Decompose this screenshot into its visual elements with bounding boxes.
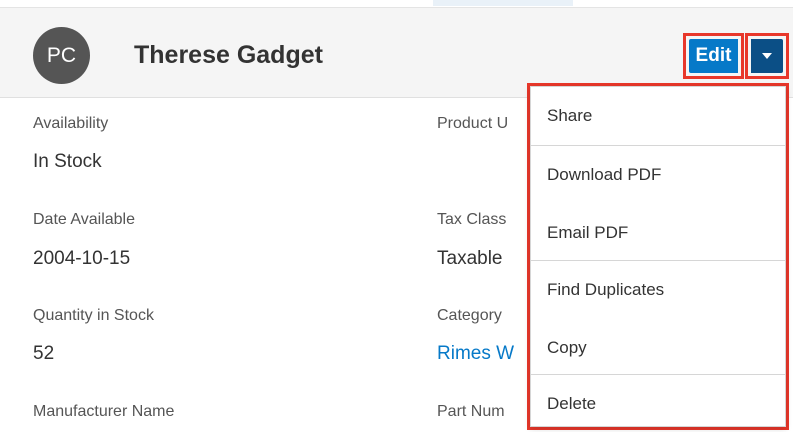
edit-button-label[interactable]: Edit xyxy=(689,39,738,73)
field-label-date-available: Date Available xyxy=(33,211,135,228)
actions-dropdown-menu: Share Download PDF Email PDF Find Duplic… xyxy=(527,83,789,430)
menu-item-delete[interactable]: Delete xyxy=(531,375,785,432)
caret-down-icon xyxy=(762,53,772,59)
field-value-tax-class: Taxable xyxy=(437,248,503,269)
menu-item-find-duplicates[interactable]: Find Duplicates xyxy=(531,261,785,319)
record-view: PC Therese Gadget Edit Availability In S… xyxy=(0,0,793,432)
avatar: PC xyxy=(33,27,90,84)
field-value-availability: In Stock xyxy=(33,151,102,172)
top-tab-strip xyxy=(0,0,793,8)
actions-dropdown-inner[interactable] xyxy=(751,39,783,73)
menu-item-download-pdf[interactable]: Download PDF xyxy=(531,146,785,204)
menu-item-email-pdf[interactable]: Email PDF xyxy=(531,204,785,262)
edit-button[interactable]: Edit xyxy=(683,33,744,79)
field-label-category: Category xyxy=(437,307,502,324)
menu-item-share[interactable]: Share xyxy=(531,87,785,145)
field-label-part-number: Part Num xyxy=(437,403,505,420)
field-value-quantity-in-stock: 52 xyxy=(33,343,55,364)
record-title[interactable]: Therese Gadget xyxy=(134,40,323,70)
field-label-availability: Availability xyxy=(33,115,109,132)
actions-menu-panel: Share Download PDF Email PDF Find Duplic… xyxy=(530,86,786,427)
field-label-manufacturer-name: Manufacturer Name xyxy=(33,403,175,420)
field-label-quantity-in-stock: Quantity in Stock xyxy=(33,307,154,324)
field-value-date-available: 2004-10-15 xyxy=(33,248,131,269)
field-value-category-link[interactable]: Rimes W xyxy=(437,342,514,366)
field-label-tax-class: Tax Class xyxy=(437,211,507,228)
menu-item-copy[interactable]: Copy xyxy=(531,319,785,377)
actions-dropdown-toggle[interactable] xyxy=(745,33,789,79)
active-tab-hint xyxy=(433,0,573,6)
right-field-column: Product U Tax Class Taxable Category Rim… xyxy=(437,98,529,432)
field-label-product-url: Product U xyxy=(437,115,509,132)
